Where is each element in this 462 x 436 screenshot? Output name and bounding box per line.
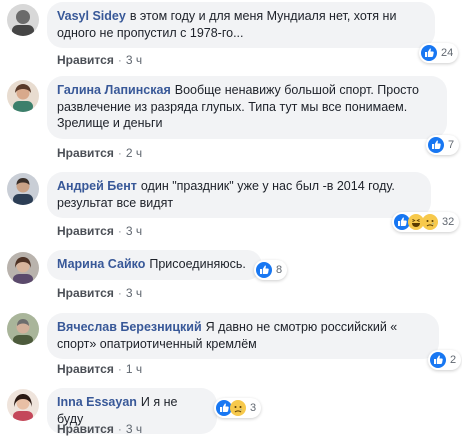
comment-author[interactable]: Vasyl Sidey xyxy=(57,9,126,23)
comment-time[interactable]: 3 ч xyxy=(126,224,142,238)
comment-actions: Нравится · 2 ч xyxy=(57,146,143,160)
reaction-summary[interactable]: 8 xyxy=(254,260,288,280)
comment-author[interactable]: Inna Essayan xyxy=(57,395,137,409)
reaction-count: 2 xyxy=(450,354,457,366)
reaction-count: 3 xyxy=(250,402,257,414)
comment-time[interactable]: 3 ч xyxy=(126,53,142,67)
avatar[interactable] xyxy=(7,80,39,112)
avatar[interactable] xyxy=(7,252,39,284)
comment-actions: Нравится · 3 ч xyxy=(57,53,143,67)
reaction-summary[interactable]: 32 xyxy=(392,212,460,232)
reaction-summary[interactable]: 24 xyxy=(419,43,459,63)
like-link[interactable]: Нравится xyxy=(57,53,114,67)
like-icon xyxy=(428,137,444,153)
like-icon xyxy=(430,352,446,368)
comment-author[interactable]: Андрей Бент xyxy=(57,179,137,193)
comment-author[interactable]: Галина Лапинская xyxy=(57,83,171,97)
comment-bubble: Галина Лапинская Вообще ненавижу большой … xyxy=(47,76,447,139)
comment-actions: Нравится · 3 ч xyxy=(57,286,143,300)
reaction-count: 8 xyxy=(276,264,283,276)
sad-icon xyxy=(230,400,246,416)
like-link[interactable]: Нравится xyxy=(57,224,114,238)
avatar[interactable] xyxy=(7,313,39,345)
comment-actions: Нравится · 3 ч xyxy=(57,224,143,238)
like-icon xyxy=(256,262,272,278)
comment-time[interactable]: 3 ч xyxy=(126,286,142,300)
reaction-summary[interactable]: 2 xyxy=(428,350,462,370)
comment-text: Присоединяюсь. xyxy=(149,257,246,271)
reaction-summary[interactable]: 7 xyxy=(426,135,460,155)
avatar[interactable] xyxy=(7,389,39,421)
reaction-count: 24 xyxy=(441,47,454,59)
comment-bubble: Андрей Бент один "праздник" уже у нас был… xyxy=(47,172,431,218)
like-link[interactable]: Нравится xyxy=(57,422,114,436)
comment-bubble: Vasyl Sidey в этом году и для меня Мундиа… xyxy=(47,2,435,48)
comment-time[interactable]: 2 ч xyxy=(126,146,142,160)
comment-author[interactable]: Вячеслав Березницкий xyxy=(57,320,202,334)
sad-icon xyxy=(422,214,438,230)
avatar[interactable] xyxy=(7,4,39,36)
reaction-summary[interactable]: 3 xyxy=(214,398,262,418)
like-link[interactable]: Нравится xyxy=(57,362,114,376)
reaction-count: 7 xyxy=(448,139,455,151)
avatar[interactable] xyxy=(7,173,39,205)
comment-author[interactable]: Марина Сайко xyxy=(57,257,145,271)
like-link[interactable]: Нравится xyxy=(57,146,114,160)
reaction-count: 32 xyxy=(442,216,455,228)
comment-time[interactable]: 3 ч xyxy=(126,422,142,436)
comment-actions: Нравится · 1 ч xyxy=(57,362,143,376)
like-link[interactable]: Нравится xyxy=(57,286,114,300)
comment-bubble: Вячеслав Березницкий Я давно не смотрю ро… xyxy=(47,313,439,359)
like-icon xyxy=(421,45,437,61)
comment-bubble: Марина Сайко Присоединяюсь. xyxy=(47,250,262,280)
comment-time[interactable]: 1 ч xyxy=(126,362,142,376)
comment-actions: Нравится · 3 ч xyxy=(57,422,143,436)
